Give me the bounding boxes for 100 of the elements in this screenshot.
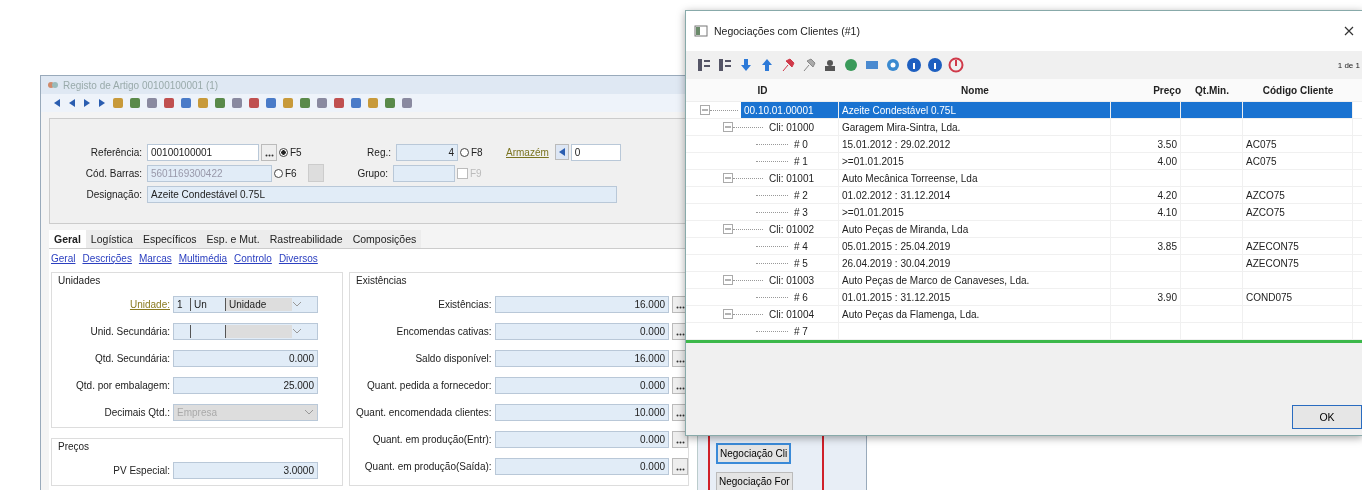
negotiation-button[interactable]: Negociação Cli — [716, 443, 792, 464]
toolbar-icon[interactable] — [128, 96, 142, 110]
unit-selector[interactable] — [173, 322, 318, 340]
column-header[interactable]: Qt.Min. — [1181, 84, 1243, 96]
number-field[interactable]: 16.000 — [494, 295, 670, 313]
toolbar-icon[interactable] — [822, 57, 838, 73]
previous-button[interactable] — [554, 144, 569, 160]
tree-toggle-icon[interactable] — [717, 57, 733, 73]
collapse-icon[interactable] — [723, 275, 733, 285]
tree-row[interactable]: Cli: 01002 Auto Peças de Miranda, Lda — [766, 221, 1353, 237]
tree-toggle-icon[interactable] — [696, 57, 712, 73]
tree-row[interactable]: # 2 01.02.2012 : 31.12.2014 4.20 AZCO75 — [791, 187, 1353, 203]
description-field[interactable]: Azeite Condestável 0.75L — [147, 185, 617, 203]
tree-row[interactable]: Cli: 01003 Auto Peças de Marco de Canaveses, Lda. — [766, 272, 1353, 288]
number-field[interactable]: 10.000 — [494, 403, 670, 421]
tree-row[interactable]: 00.10.01.00001 Azeite Condestável 0.75L — [741, 102, 1353, 118]
toolbar-icon[interactable] — [247, 96, 261, 110]
lookup-button[interactable] — [672, 430, 688, 448]
tree-row[interactable]: # 0 15.01.2012 : 29.02.2012 3.50 AC075 — [791, 136, 1353, 152]
column-header[interactable]: Nome — [839, 84, 1111, 96]
toolbar-icon[interactable] — [332, 96, 346, 110]
radio-button[interactable]: F6 — [274, 167, 306, 179]
info-icon[interactable] — [906, 57, 922, 73]
toolbar-icon[interactable] — [162, 96, 176, 110]
section-link[interactable]: Descrições — [82, 253, 132, 264]
number-field[interactable]: 0.000 — [494, 430, 670, 448]
section-link[interactable]: Marcas — [138, 253, 172, 264]
field-link[interactable]: Unidade: — [58, 298, 170, 310]
toolbar-icon[interactable] — [179, 96, 193, 110]
tab[interactable]: Geral — [49, 230, 86, 248]
collapse-icon[interactable] — [700, 105, 710, 115]
reference-field[interactable]: 00100100001 — [147, 143, 259, 161]
section-link[interactable]: Geral — [51, 253, 76, 264]
collapse-icon[interactable] — [723, 122, 733, 132]
field-label: Unid. Secundária: — [89, 325, 170, 337]
ellipsis-icon — [675, 332, 685, 336]
tree-row[interactable]: # 3 >=01.01.2015 4.10 AZCO75 — [791, 204, 1353, 220]
tree-row[interactable]: # 6 01.01.2015 : 31.12.2015 3.90 COND075 — [791, 289, 1353, 305]
tree-row[interactable]: # 5 26.04.2019 : 30.04.2019 AZECON75 — [791, 255, 1353, 271]
tab[interactable]: Logística — [85, 230, 138, 248]
toolbar-icon[interactable] — [298, 96, 312, 110]
tree-row[interactable]: # 4 05.01.2015 : 25.04.2019 3.85 AZECON75 — [791, 238, 1353, 254]
lookup-button[interactable] — [261, 143, 277, 161]
toolbar-icon[interactable] — [213, 96, 227, 110]
column-header[interactable]: Código Cliente — [1243, 84, 1353, 96]
toolbar-icon[interactable] — [315, 96, 329, 110]
up-arrow-icon[interactable] — [759, 57, 775, 73]
lookup-button[interactable] — [672, 457, 688, 475]
field-label: Qtd. por embalagem: — [75, 379, 170, 391]
column-header[interactable]: ID — [686, 84, 839, 96]
field-label: Qtd. Secundária: — [93, 352, 170, 364]
toolbar-icon[interactable] — [230, 96, 244, 110]
id-cell: 00.10.01.00001 — [741, 102, 839, 118]
section-link[interactable]: Controlo — [234, 253, 272, 264]
tree-row[interactable]: Cli: 01004 Auto Peças da Flamenga, Lda. — [766, 306, 1353, 322]
collapse-icon[interactable] — [723, 309, 733, 319]
toolbar-icon[interactable] — [349, 96, 363, 110]
toolbar-icon[interactable] — [264, 96, 278, 110]
number-field[interactable]: 0.000 — [173, 349, 318, 367]
collapse-icon[interactable] — [723, 224, 733, 234]
pin-icon[interactable] — [801, 57, 817, 73]
unit-selector[interactable]: 1 Un Unidade — [173, 295, 318, 313]
id-cell: Cli: 01003 — [766, 272, 839, 288]
ok-button[interactable]: OK — [1292, 405, 1362, 429]
reg-field[interactable]: 4 — [396, 143, 458, 161]
number-field[interactable]: 3.0000 — [173, 461, 318, 479]
warehouse-link[interactable]: Armazém — [506, 146, 549, 158]
gear-icon[interactable] — [885, 57, 901, 73]
section-link[interactable]: Diversos — [278, 253, 318, 264]
window-icon — [694, 25, 708, 37]
price-cell: 4.10 — [1111, 204, 1181, 220]
power-icon[interactable] — [948, 57, 964, 73]
section-link[interactable]: Multimédia — [178, 253, 228, 264]
tree-row[interactable]: Cli: 01000 Garagem Mira-Sintra, Lda. — [766, 119, 1353, 135]
number-field[interactable]: 16.000 — [494, 349, 670, 367]
column-header[interactable]: Preço — [1111, 84, 1181, 96]
number-field[interactable]: 0.000 — [494, 457, 670, 475]
tab[interactable]: Esp. e Mut. — [201, 230, 265, 248]
tab[interactable]: Composições — [347, 230, 422, 248]
tab[interactable]: Rastreabilidade — [264, 230, 348, 248]
tab[interactable]: Específicos — [137, 230, 202, 248]
number-field[interactable]: 25.000 — [173, 376, 318, 394]
tree-row[interactable]: Cli: 01001 Auto Mecânica Torreense, Lda — [766, 170, 1353, 186]
collapse-icon[interactable] — [723, 173, 733, 183]
pin-icon[interactable] — [780, 57, 796, 73]
toolbar-icon[interactable] — [145, 96, 159, 110]
tree-row[interactable]: # 7 — [791, 323, 1353, 339]
down-arrow-icon[interactable] — [738, 57, 754, 73]
number-field[interactable]: 0.000 — [494, 376, 670, 394]
toolbar-icon[interactable] — [400, 96, 414, 110]
close-icon[interactable] — [1344, 26, 1354, 36]
tree-row[interactable]: # 1 >=01.01.2015 4.00 AC075 — [791, 153, 1353, 169]
radio-button[interactable]: F8 — [460, 146, 492, 158]
toolbar-icon[interactable] — [383, 96, 397, 110]
number-field[interactable]: 0.000 — [494, 322, 670, 340]
negotiation-button[interactable]: Negociação For — [716, 472, 793, 490]
radio-button[interactable]: F5 — [279, 146, 311, 158]
group-field[interactable] — [393, 164, 455, 182]
warehouse-field[interactable]: 0 — [570, 143, 621, 161]
toolbar-icon[interactable] — [843, 57, 859, 73]
